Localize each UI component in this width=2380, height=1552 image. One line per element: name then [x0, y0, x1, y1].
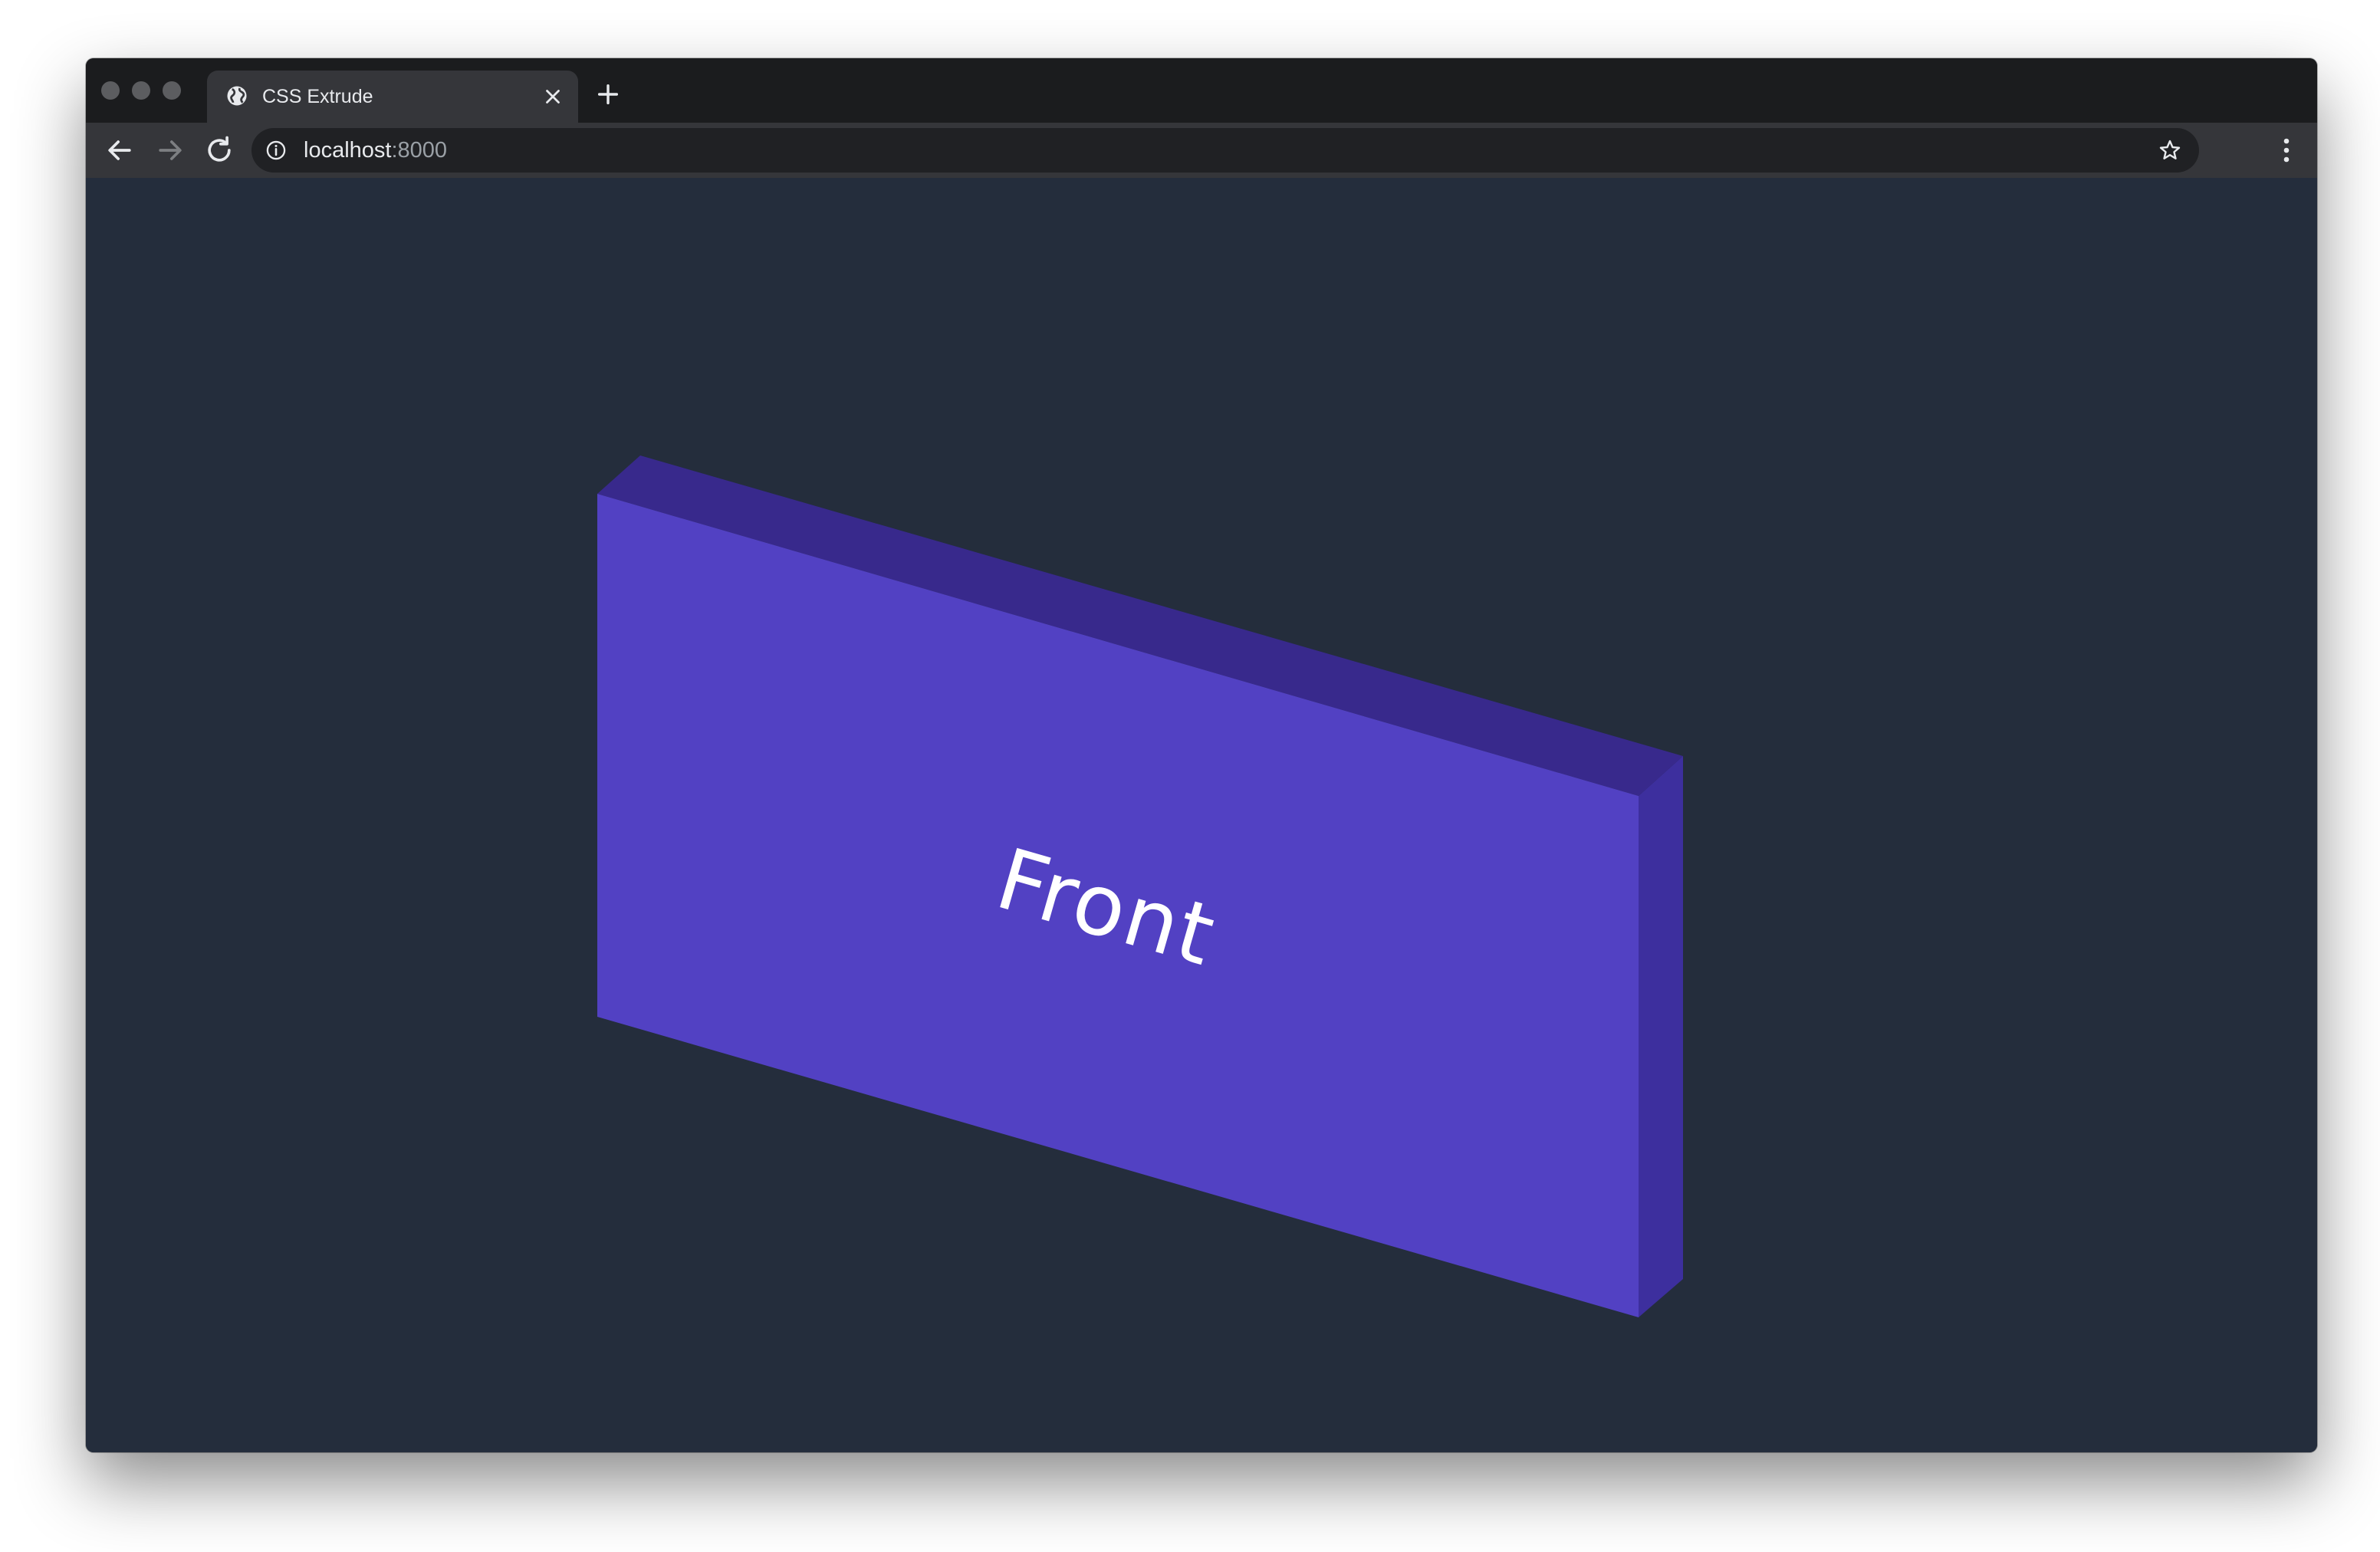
reload-icon[interactable]	[202, 133, 236, 167]
globe-icon	[227, 86, 247, 106]
toolbar: localhost:8000	[86, 123, 2317, 178]
arrow-right-icon[interactable]	[153, 133, 187, 167]
url-port: :8000	[391, 138, 448, 163]
close-window-icon[interactable]	[101, 81, 120, 100]
plus-icon[interactable]	[595, 81, 621, 107]
star-icon[interactable]	[2158, 138, 2182, 163]
maximize-window-icon[interactable]	[163, 81, 181, 100]
extruded-box	[597, 455, 1683, 1317]
tab-css-extrude[interactable]: CSS Extrude	[207, 71, 578, 123]
address-bar[interactable]: localhost:8000	[251, 128, 2199, 173]
minimize-window-icon[interactable]	[132, 81, 150, 100]
url-host: localhost	[304, 138, 392, 163]
kebab-menu-icon[interactable]	[2279, 136, 2294, 164]
tab-title: CSS Extrude	[262, 86, 373, 107]
page-content: Front	[86, 178, 2317, 1452]
close-tab-icon[interactable]	[541, 85, 564, 108]
tab-strip: CSS Extrude	[86, 58, 2317, 123]
box-side-face	[1639, 756, 1683, 1317]
arrow-left-icon[interactable]	[103, 133, 136, 167]
browser-window: CSS Extrude localhost:8000 Front	[86, 58, 2317, 1452]
url-text: localhost:8000	[304, 138, 447, 163]
info-icon[interactable]	[265, 140, 287, 161]
